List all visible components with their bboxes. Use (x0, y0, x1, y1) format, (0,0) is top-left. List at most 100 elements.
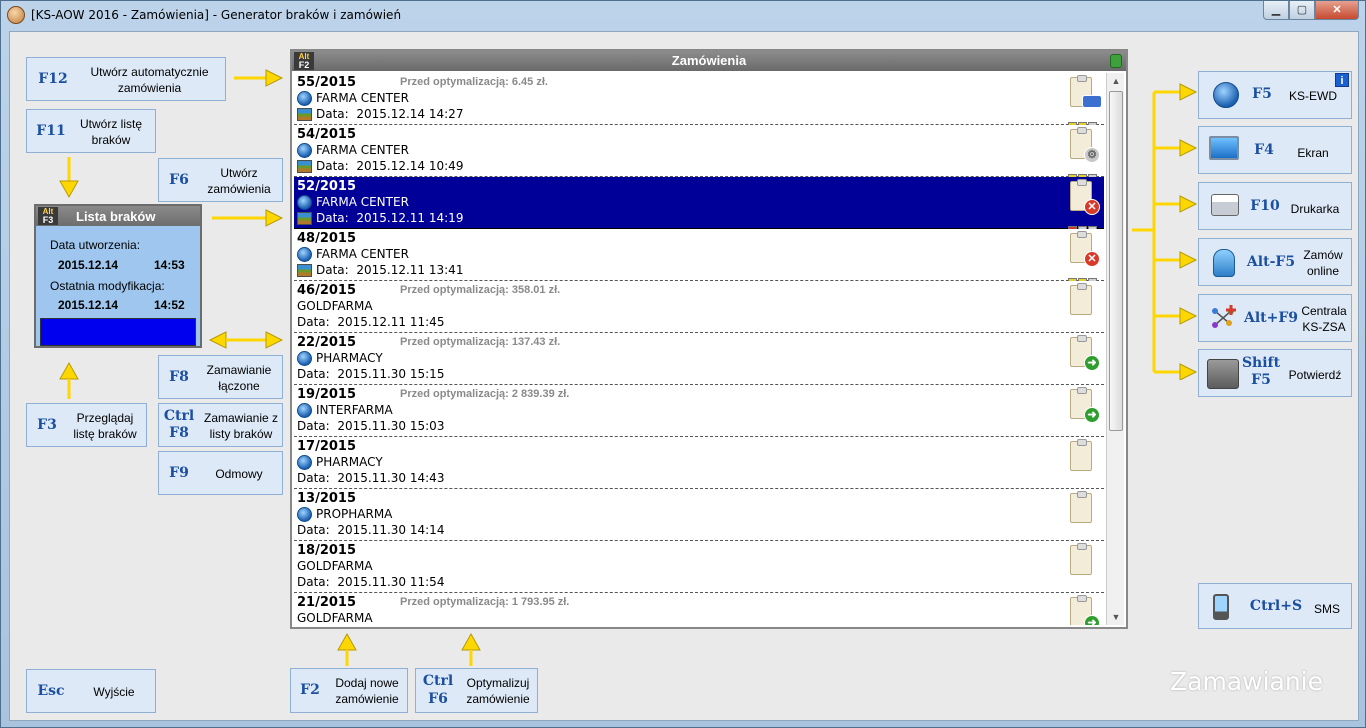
arrow-up-icon (337, 632, 357, 666)
network-icon (1212, 305, 1236, 328)
sms-button[interactable]: Ctrl+S SMS (1198, 583, 1352, 629)
ks-ewd-button[interactable]: F5 KS-EWD i (1198, 71, 1352, 119)
order-number: 54/2015 (297, 127, 357, 142)
arrow-right-icon (1179, 195, 1198, 213)
order-row[interactable]: 21/2015 Przed optymalizacją: 1 793.95 zł.… (294, 593, 1104, 625)
shortage-list-panel[interactable]: Alt F3 Lista braków Data utworzenia: 2015… (34, 204, 202, 348)
f9-key: F9 (169, 465, 189, 481)
title-bar[interactable]: [KS-AOW 2016 - Zamówienia] - Generator b… (1, 1, 1365, 29)
arrow-right-icon (234, 69, 284, 87)
globe-icon (297, 247, 312, 262)
arrow-right-icon (1179, 251, 1198, 269)
order-row[interactable]: 46/2015 Przed optymalizacją: 358.01 zł. GO… (294, 281, 1104, 333)
create-shortage-list-button[interactable]: F11 Utwórz listę braków (26, 109, 156, 153)
sent-arrow-icon: ➜ (1084, 355, 1100, 371)
central-ks-zsa-button[interactable]: Alt+F9 Centrala KS-ZSA (1198, 294, 1352, 342)
order-row[interactable]: 19/2015 Przed optymalizacją: 2 839.39 zł.… (294, 385, 1104, 437)
optimize-order-button[interactable]: Ctrl F6 Optymalizuj zamówienie (415, 668, 538, 713)
order-row[interactable]: 22/2015 Przed optymalizacją: 137.43 zł. PH… (294, 333, 1104, 385)
window-title: [KS-AOW 2016 - Zamówienia] - Generator b… (31, 8, 402, 22)
shortage-list-header: Alt F3 Lista braków (36, 206, 200, 226)
order-row[interactable]: 13/2015 PROPHARMA Data: 2015.11.30 14:14 (294, 489, 1104, 541)
status-ok-icon[interactable] (1110, 54, 1122, 68)
landscape-icon (297, 212, 312, 225)
order-number: 48/2015 (297, 231, 357, 246)
order-online-button[interactable]: Alt-F5 Zamów online (1198, 238, 1352, 286)
scroll-down-icon[interactable]: ▼ (1107, 609, 1125, 625)
order-row[interactable]: 55/2015 Przed optymalizacją: 6.45 zł. FARM… (294, 73, 1104, 126)
online-icon (1213, 249, 1235, 277)
alt-f3-badge: Alt F3 (38, 207, 58, 225)
globe-icon (297, 455, 312, 470)
f5-key: F5 (1252, 86, 1272, 102)
landscape-icon (297, 160, 312, 173)
orders-list[interactable]: 55/2015 Przed optymalizacją: 6.45 zł. FARM… (294, 73, 1104, 625)
arrow-right-icon (1179, 363, 1198, 380)
exit-label: Wyjście (93, 685, 135, 699)
modified-date: 2015.12.14 (58, 298, 119, 312)
add-order-button[interactable]: F2 Dodaj nowe zamówienie (290, 668, 408, 713)
add-order-label: Dodaj nowe zamówienie (335, 676, 399, 706)
create-auto-orders-button[interactable]: F12 Utwórz automatycznie zamówienia (26, 57, 226, 101)
app-icon[interactable] (7, 6, 25, 24)
progress-bars-icon (1068, 219, 1100, 230)
order-row[interactable]: 54/2015 FARMA CENTER Data: 2015.12.14 10:4… (294, 125, 1104, 178)
order-row[interactable]: 48/2015 FARMA CENTER Data: 2015.12.11 13:4… (294, 229, 1104, 282)
ctrl-f6-key: Ctrl F6 (422, 673, 454, 707)
optimization-value: Przed optymalizacją: 1 793.95 zł. (400, 596, 570, 608)
orders-scrollbar[interactable]: ▲ ▼ (1106, 73, 1124, 625)
scroll-thumb[interactable] (1109, 91, 1123, 431)
optimization-value: Przed optymalizacją: 2 839.39 zł. (400, 388, 570, 400)
order-number: 18/2015 (297, 543, 357, 558)
gear-icon: ⚙ (1084, 147, 1100, 163)
f3-key: F3 (37, 417, 57, 433)
order-date: Data: 2015.12.14 14:27 (316, 107, 464, 121)
created-time: 14:53 (154, 258, 185, 272)
confirm-button[interactable]: Shift F5 Potwierdź (1198, 349, 1352, 397)
shortage-list-title: Lista braków (76, 209, 156, 224)
order-client: FARMA CENTER (316, 143, 409, 157)
order-number: 19/2015 (297, 387, 357, 402)
order-number: 46/2015 (297, 283, 357, 298)
globe-icon (297, 351, 312, 366)
alt-f2-badge: Alt F2 (294, 52, 314, 70)
order-date: Data: 2015.11.30 15:15 (297, 367, 445, 381)
combined-ordering-button[interactable]: F8 Zamawianie łączone (158, 355, 283, 399)
browse-shortage-list-label: Przeglądaj listę braków (73, 411, 137, 441)
scroll-up-icon[interactable]: ▲ (1107, 73, 1125, 89)
arrow-right-icon (1179, 83, 1198, 101)
order-row[interactable]: 17/2015 PHARMACY Data: 2015.11.30 14:43 (294, 437, 1104, 489)
order-row[interactable]: 52/2015 FARMA CENTER Data: 2015.12.11 14:1… (294, 177, 1104, 230)
f11-key: F11 (36, 123, 66, 139)
handshake-icon (1207, 359, 1239, 389)
close-button[interactable]: ✕ (1315, 1, 1359, 20)
refusals-button[interactable]: F9 Odmowy (158, 451, 283, 495)
esc-key: Esc (37, 683, 65, 699)
maximize-button[interactable]: ▢ (1289, 1, 1315, 20)
ctrl-s-key: Ctrl+S (1249, 598, 1303, 614)
orders-panel[interactable]: Alt F2 Zamówienia 55/2015 Przed optymaliza… (290, 49, 1128, 629)
ctrl-f8-key: Ctrl F8 (163, 408, 195, 441)
clipboard-icon (1070, 491, 1092, 523)
order-client: FARMA CENTER (316, 91, 409, 105)
order-date: Data: 2015.11.30 14:43 (297, 471, 445, 485)
minimize-button[interactable]: ▁ (1263, 1, 1289, 20)
order-from-shortage-list-button[interactable]: Ctrl F8 Zamawianie z listy braków (158, 403, 283, 447)
order-client: INTERFARMA (316, 403, 393, 417)
exit-button[interactable]: Esc Wyjście (26, 669, 156, 713)
optimization-value: Przed optymalizacją: 6.45 zł. (400, 76, 548, 88)
browse-shortage-list-button[interactable]: F3 Przeglądaj listę braków (26, 403, 147, 447)
progress-bars-icon (1068, 115, 1100, 126)
create-orders-button[interactable]: F6 Utwórz zamówienia (158, 158, 283, 202)
arrow-right-icon (212, 209, 284, 227)
order-client: PHARMACY (316, 455, 383, 469)
refusals-label: Odmowy (215, 467, 263, 481)
order-row[interactable]: 18/2015 GOLDFARMA Data: 2015.11.30 11:54 (294, 541, 1104, 593)
create-orders-label: Utwórz zamówienia (207, 166, 271, 196)
printer-button[interactable]: F10 Drukarka (1198, 182, 1352, 230)
order-date: Data: 2015.12.14 10:49 (316, 159, 464, 173)
ks-ewd-label: KS-EWD (1289, 89, 1337, 103)
info-icon[interactable]: i (1335, 73, 1349, 87)
screen-button[interactable]: F4 Ekran (1198, 126, 1352, 174)
monitor-icon (1209, 136, 1239, 160)
